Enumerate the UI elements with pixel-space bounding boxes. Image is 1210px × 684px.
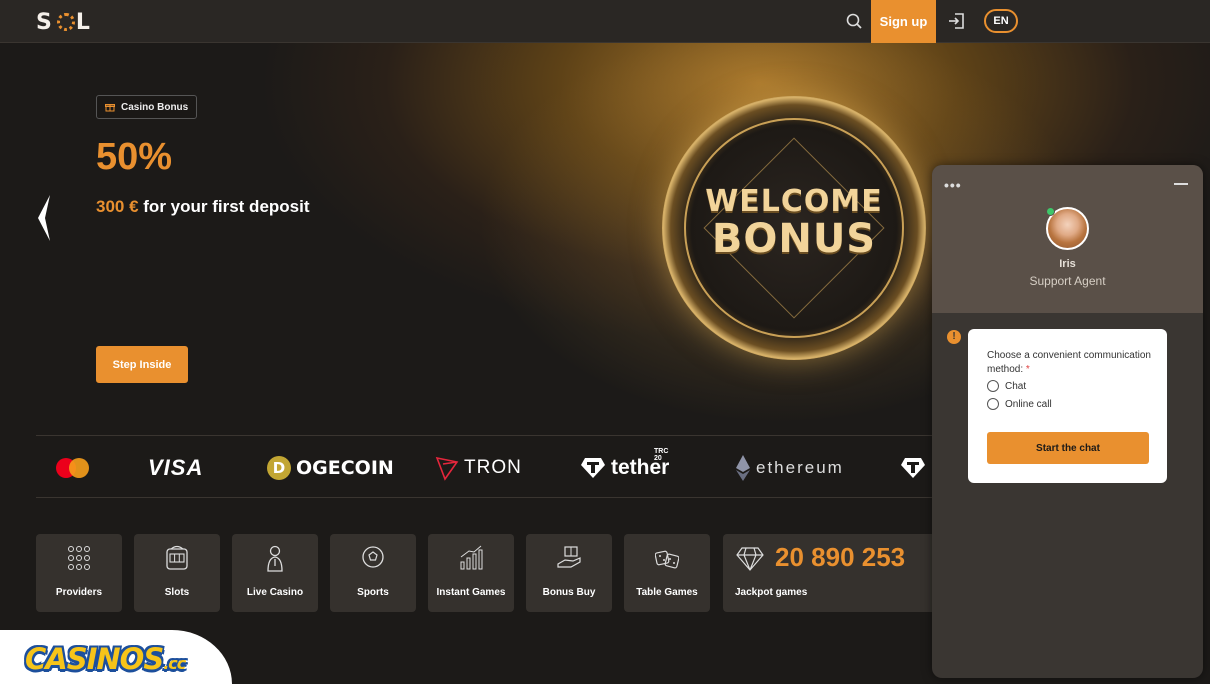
- category-bonus-buy[interactable]: Bonus Buy: [526, 534, 612, 612]
- option-chat[interactable]: Chat: [987, 379, 1026, 393]
- ethereum-label: ethereum: [756, 458, 844, 477]
- gift-hand-icon: [557, 546, 581, 568]
- tether-icon: [581, 458, 605, 478]
- diamond-icon: [736, 547, 764, 571]
- visa-logo: VISA: [148, 455, 204, 480]
- tron-logo: TRON: [435, 454, 522, 482]
- category-table-games[interactable]: Table Games: [624, 534, 710, 612]
- communication-method-form: Choose a convenient communication method…: [968, 329, 1167, 483]
- casinos-watermark: CASINOS.cc: [0, 630, 232, 684]
- category-label: Instant Games: [436, 587, 506, 598]
- category-live-casino[interactable]: Live Casino: [232, 534, 318, 612]
- dealer-icon: [267, 545, 283, 572]
- sun-icon: [56, 13, 75, 31]
- search-icon[interactable]: [844, 11, 866, 33]
- tron-label: TRON: [464, 457, 522, 478]
- option-label: Online call: [1005, 398, 1052, 410]
- dogecoin-logo: D OGECOIN: [267, 454, 394, 482]
- casinos-cc-logo: CASINOS.cc: [25, 642, 186, 676]
- coin-text-bonus: BONUS: [711, 216, 877, 262]
- agent-role: Support Agent: [1029, 274, 1106, 288]
- jackpot-label: Jackpot games: [735, 587, 808, 598]
- required-mark: *: [1025, 364, 1030, 375]
- site-header: SL Sign up EN: [0, 0, 1210, 43]
- mastercard-logo: [56, 454, 89, 482]
- option-label: Chat: [1005, 380, 1027, 392]
- info-alert-icon: !: [947, 330, 961, 344]
- chat-header: ••• Iris Support Agent: [932, 165, 1203, 313]
- category-providers[interactable]: Providers: [36, 534, 122, 612]
- tether-logo-repeat: [900, 454, 926, 482]
- ethereum-icon: [736, 455, 750, 481]
- badge-label: Casino Bonus: [121, 101, 189, 113]
- radio-button[interactable]: [987, 398, 999, 410]
- watermark-suffix: .cc: [163, 654, 186, 673]
- support-chat-widget: ••• Iris Support Agent ! Choose a conven…: [932, 165, 1203, 678]
- bonus-subtitle: 300 € for your first deposit: [96, 197, 310, 217]
- category-label: Providers: [55, 587, 103, 598]
- category-sports[interactable]: Sports: [330, 534, 416, 612]
- question-text: Choose a convenient communication method…: [987, 350, 1151, 375]
- category-label: Slots: [164, 587, 190, 598]
- step-inside-button[interactable]: Step Inside: [96, 346, 188, 383]
- welcome-bonus-coin: WELCOME BONUS: [662, 96, 926, 360]
- start-chat-button[interactable]: Start the chat: [987, 432, 1149, 464]
- tron-icon: [435, 456, 459, 481]
- category-label: Table Games: [636, 587, 698, 598]
- soccer-ball-icon: [362, 546, 384, 568]
- bonus-subtitle-text: for your first deposit: [138, 197, 310, 216]
- carousel-prev-arrow-icon[interactable]: [34, 193, 54, 243]
- chat-menu-icon[interactable]: •••: [944, 177, 962, 193]
- trc20-tag: TRC 20: [654, 448, 669, 462]
- category-label: Bonus Buy: [542, 587, 596, 598]
- category-instant-games[interactable]: Instant Games: [428, 534, 514, 612]
- category-label: Live Casino: [246, 587, 304, 598]
- online-status-icon: [1046, 207, 1055, 216]
- sign-up-button[interactable]: Sign up: [871, 0, 936, 43]
- tether-icon: [901, 458, 925, 478]
- ethereum-logo: ethereum: [735, 454, 844, 482]
- language-selector[interactable]: EN: [984, 9, 1018, 33]
- grid-dots-icon: [68, 546, 90, 570]
- jackpot-games-tile[interactable]: 20 890 253 Jackpot games: [723, 534, 936, 612]
- category-slots[interactable]: Slots: [134, 534, 220, 612]
- coin-text-welcome: WELCOME: [705, 184, 883, 219]
- minimize-icon[interactable]: [1174, 183, 1188, 185]
- bonus-percent: 50%: [96, 136, 173, 178]
- dice-icon: [655, 550, 679, 569]
- growth-chart-icon: [460, 545, 483, 570]
- casino-bonus-badge: Casino Bonus: [96, 95, 198, 119]
- bonus-amount: 300 €: [96, 197, 139, 216]
- gift-icon: [105, 104, 115, 112]
- slot-machine-icon: [166, 545, 188, 570]
- jackpot-value: 20 890 253: [775, 542, 906, 572]
- login-icon[interactable]: [946, 10, 968, 32]
- option-online-call[interactable]: Online call: [987, 397, 1052, 411]
- radio-button[interactable]: [987, 380, 999, 392]
- agent-name: Iris: [1059, 258, 1076, 270]
- payment-methods-strip: VISA D OGECOIN TRON tether TRC 20 ethereu…: [36, 435, 936, 498]
- watermark-text: CASINOS: [25, 642, 164, 676]
- dogecoin-label: OGECOIN: [296, 457, 394, 479]
- game-categories: Providers Slots Live Casino Sports Insta…: [36, 534, 936, 612]
- dogecoin-icon: D: [267, 456, 291, 480]
- form-question: Choose a convenient communication method…: [987, 349, 1157, 377]
- category-label: Sports: [357, 587, 389, 598]
- tether-logo: tether TRC 20: [580, 448, 669, 482]
- site-logo[interactable]: SL: [36, 10, 94, 35]
